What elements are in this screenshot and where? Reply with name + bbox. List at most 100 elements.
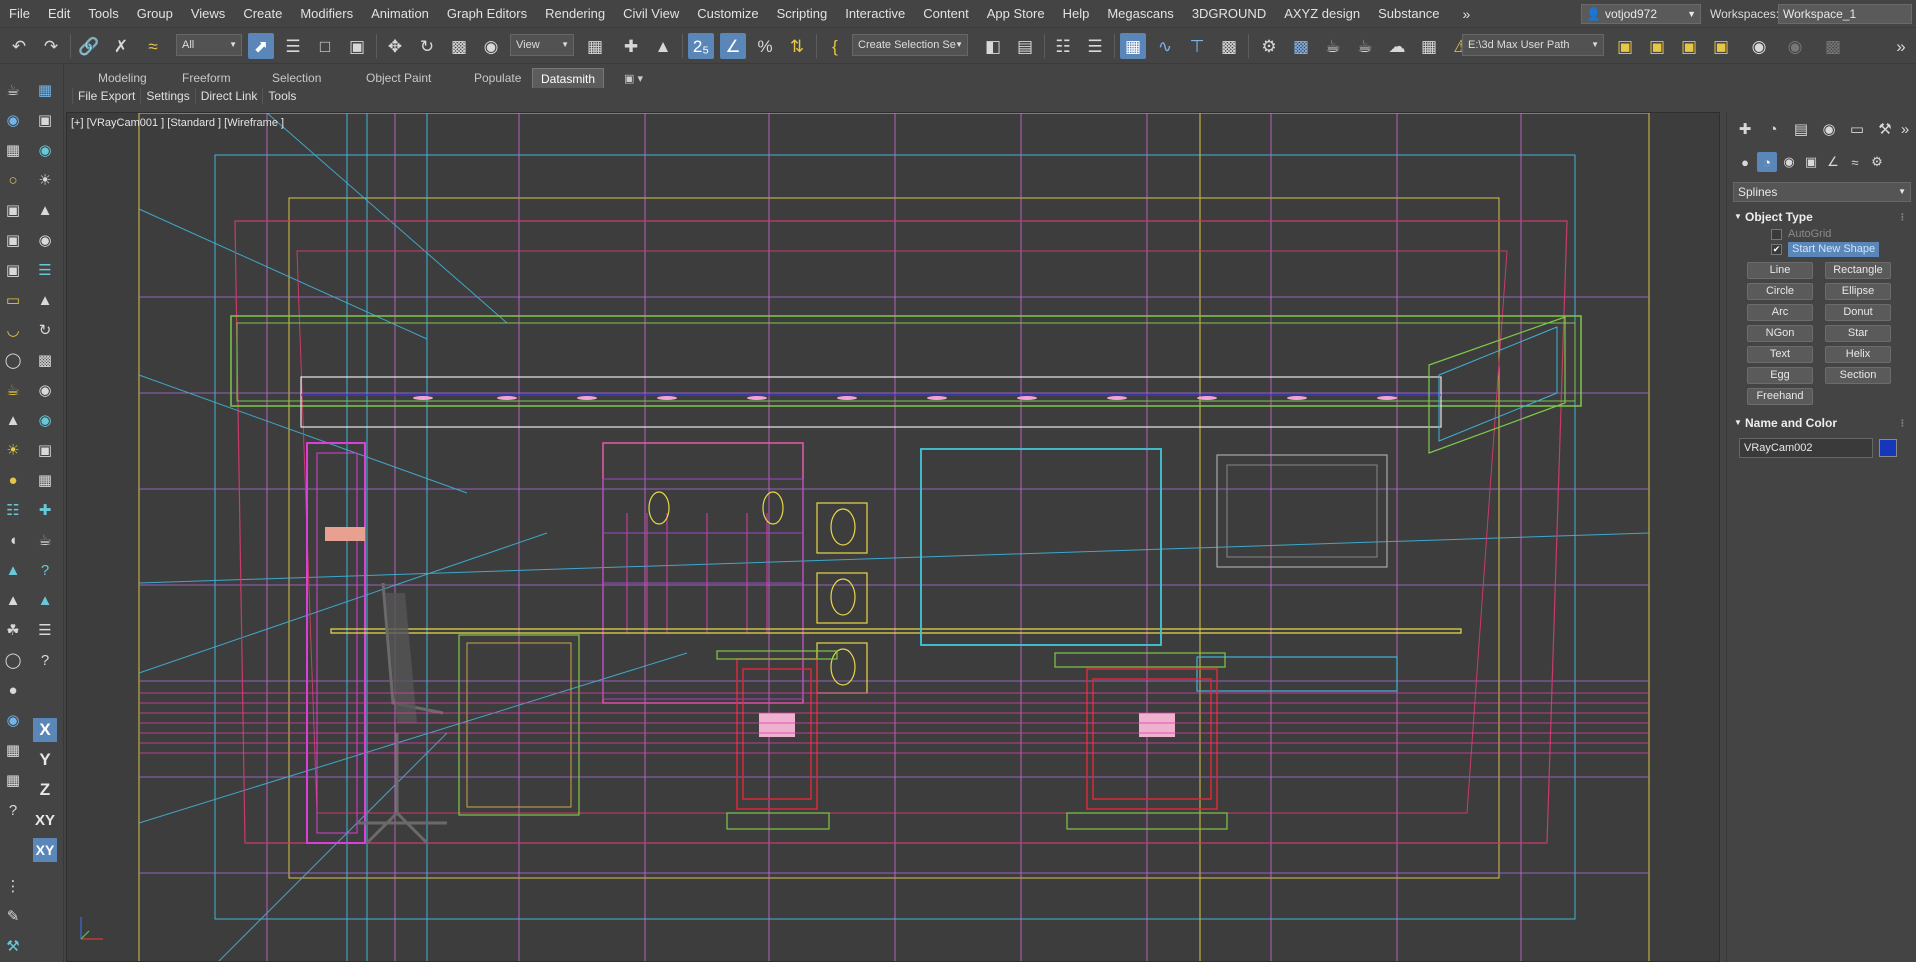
- systems-icon[interactable]: ⚙: [1867, 152, 1887, 172]
- link-icon[interactable]: 🔗: [76, 33, 102, 59]
- ribbon-file-export[interactable]: File Export: [72, 88, 140, 104]
- viewport-camera-wireframe[interactable]: [+] [VRayCam001 ] [Standard ] [Wireframe…: [66, 112, 1720, 962]
- constraint-y-button[interactable]: Y: [33, 748, 57, 772]
- refresh-icon[interactable]: ↻: [33, 318, 57, 342]
- motion-tab-icon[interactable]: ◉: [1817, 118, 1841, 140]
- pine-icon[interactable]: ▲: [33, 588, 57, 612]
- snaps-toggle-icon[interactable]: 2₅: [688, 33, 714, 59]
- menu-axyz-design[interactable]: AXYZ design: [1275, 0, 1369, 28]
- select-by-name-icon[interactable]: ☰: [280, 33, 306, 59]
- shapes-icon[interactable]: ◔: [1757, 152, 1777, 172]
- render-icon[interactable]: ▦: [33, 468, 57, 492]
- named-selection-set-dropdown[interactable]: Create Selection Se ▼: [852, 34, 968, 56]
- render-gallery-icon[interactable]: ▦: [1416, 33, 1442, 59]
- arc-button[interactable]: Arc: [1747, 304, 1813, 321]
- ribbon-tab-datasmith[interactable]: Datasmith: [532, 68, 605, 88]
- dome-icon[interactable]: ◡: [1, 318, 25, 342]
- light-bulb-icon[interactable]: ◉: [33, 138, 57, 162]
- file-icon[interactable]: ▦: [1, 768, 25, 792]
- ribbon-tab-modeling[interactable]: Modeling: [90, 68, 155, 88]
- move-icon[interactable]: ✥: [382, 33, 408, 59]
- ngon-button[interactable]: NGon: [1747, 325, 1813, 342]
- rendered-frame-window-icon[interactable]: ▩: [1288, 33, 1314, 59]
- toggle-ribbon-icon[interactable]: ▦: [1120, 33, 1146, 59]
- mode-icon[interactable]: ◉: [1, 708, 25, 732]
- menu-rendering[interactable]: Rendering: [536, 0, 614, 28]
- render-in-cloud-icon[interactable]: ☁: [1384, 33, 1410, 59]
- redo-icon[interactable]: ↷: [38, 33, 64, 59]
- cone-icon[interactable]: ▲: [1, 408, 25, 432]
- menu-modifiers[interactable]: Modifiers: [291, 0, 362, 28]
- pivot-center-icon[interactable]: ▦: [582, 33, 608, 59]
- ribbon-direct-link[interactable]: Direct Link: [194, 88, 263, 104]
- save-project-icon[interactable]: ▣: [1708, 33, 1734, 59]
- menu-create[interactable]: Create: [234, 0, 291, 28]
- spot-light-icon[interactable]: ▲: [33, 198, 57, 222]
- menu-interactive[interactable]: Interactive: [836, 0, 914, 28]
- project-folder-icon[interactable]: ▣: [1612, 33, 1638, 59]
- hierarchy-tab-icon[interactable]: ▤: [1789, 118, 1813, 140]
- ribbon-options-icon[interactable]: ▣ ▾: [624, 72, 643, 85]
- select-manipulate-icon[interactable]: ✚: [618, 33, 644, 59]
- mirror-icon[interactable]: ◧: [980, 33, 1006, 59]
- proxy-icon[interactable]: ▲: [33, 288, 57, 312]
- user-account-dropdown[interactable]: 👤 votjod972 ▼: [1581, 4, 1701, 24]
- object-type-rollout[interactable]: ▼ Object Type ⋮: [1731, 208, 1913, 226]
- spinner-snap-icon[interactable]: ⇅: [784, 33, 810, 59]
- reference-coordinate-dropdown[interactable]: View ▼: [510, 34, 574, 56]
- menu-scripting[interactable]: Scripting: [768, 0, 837, 28]
- sphere-light-icon[interactable]: ◯: [1, 648, 25, 672]
- section-button[interactable]: Section: [1825, 367, 1891, 384]
- bulb-icon[interactable]: ◉: [33, 408, 57, 432]
- menu-help[interactable]: Help: [1054, 0, 1099, 28]
- space-warps-icon[interactable]: ≈: [1845, 152, 1865, 172]
- create-tab-plus-icon[interactable]: ✚: [1733, 118, 1757, 140]
- image-icon[interactable]: ▦: [1, 138, 25, 162]
- text-button[interactable]: Text: [1747, 346, 1813, 363]
- rotate-icon[interactable]: ↻: [414, 33, 440, 59]
- name-and-color-rollout[interactable]: ▼ Name and Color ⋮: [1731, 414, 1913, 432]
- object-color-swatch[interactable]: [1879, 439, 1897, 457]
- sphere-icon[interactable]: ◉: [1, 108, 25, 132]
- object-name-field[interactable]: VRayCam002: [1739, 438, 1873, 458]
- undo-icon[interactable]: ↶: [6, 33, 32, 59]
- rectangular-selection-icon[interactable]: □: [312, 33, 338, 59]
- modify-tab-icon[interactable]: ◔: [1761, 118, 1785, 140]
- autogrid-checkbox[interactable]: AutoGrid: [1771, 227, 1831, 242]
- constraint-xy-button[interactable]: XY: [33, 808, 57, 832]
- line-button[interactable]: Line: [1747, 262, 1813, 279]
- render-iterative-icon[interactable]: ☕: [1352, 33, 1378, 59]
- grass-icon[interactable]: ☘: [1, 618, 25, 642]
- menu-edit[interactable]: Edit: [39, 0, 79, 28]
- ribbon-tab-object-paint[interactable]: Object Paint: [358, 68, 439, 88]
- menu-app-store[interactable]: App Store: [978, 0, 1054, 28]
- vray-render-icon[interactable]: ◉: [1746, 33, 1772, 59]
- open-project-icon[interactable]: ▣: [1676, 33, 1702, 59]
- grid-dots-icon[interactable]: ⋮: [1, 874, 25, 898]
- selection-filter-dropdown[interactable]: All ▼: [176, 34, 242, 56]
- paint-icon[interactable]: ◉: [33, 378, 57, 402]
- sun-light-icon[interactable]: ☀: [1, 438, 25, 462]
- wrench-icon[interactable]: ⚒: [1, 934, 25, 958]
- workspace-dropdown[interactable]: Workspace_1: [1778, 4, 1912, 24]
- ribbon-settings[interactable]: Settings: [140, 88, 194, 104]
- constraint-z-button[interactable]: Z: [33, 778, 57, 802]
- lights-icon[interactable]: ◉: [1779, 152, 1799, 172]
- menu-group[interactable]: Group: [128, 0, 182, 28]
- menu-megascans[interactable]: Megascans: [1098, 0, 1182, 28]
- place-icon[interactable]: ◉: [478, 33, 504, 59]
- egg-button[interactable]: Egg: [1747, 367, 1813, 384]
- project-path-dropdown[interactable]: E:\3d Max User Path ▼: [1462, 34, 1604, 56]
- bind-space-warp-icon[interactable]: ≈: [140, 33, 166, 59]
- material-editor-icon[interactable]: ▩: [1216, 33, 1242, 59]
- forest-icon[interactable]: ▲: [1, 588, 25, 612]
- help-icon[interactable]: ?: [33, 558, 57, 582]
- ball-icon[interactable]: ◯: [1, 348, 25, 372]
- palette-icon[interactable]: ▦: [1, 738, 25, 762]
- frame-icon[interactable]: ▣: [33, 438, 57, 462]
- ribbon-tools[interactable]: Tools: [262, 88, 301, 104]
- viewport-label[interactable]: [+] [VRayCam001 ] [Standard ] [Wireframe…: [71, 117, 284, 129]
- menu-animation[interactable]: Animation: [362, 0, 438, 28]
- menu-content[interactable]: Content: [914, 0, 978, 28]
- menu-customize[interactable]: Customize: [688, 0, 767, 28]
